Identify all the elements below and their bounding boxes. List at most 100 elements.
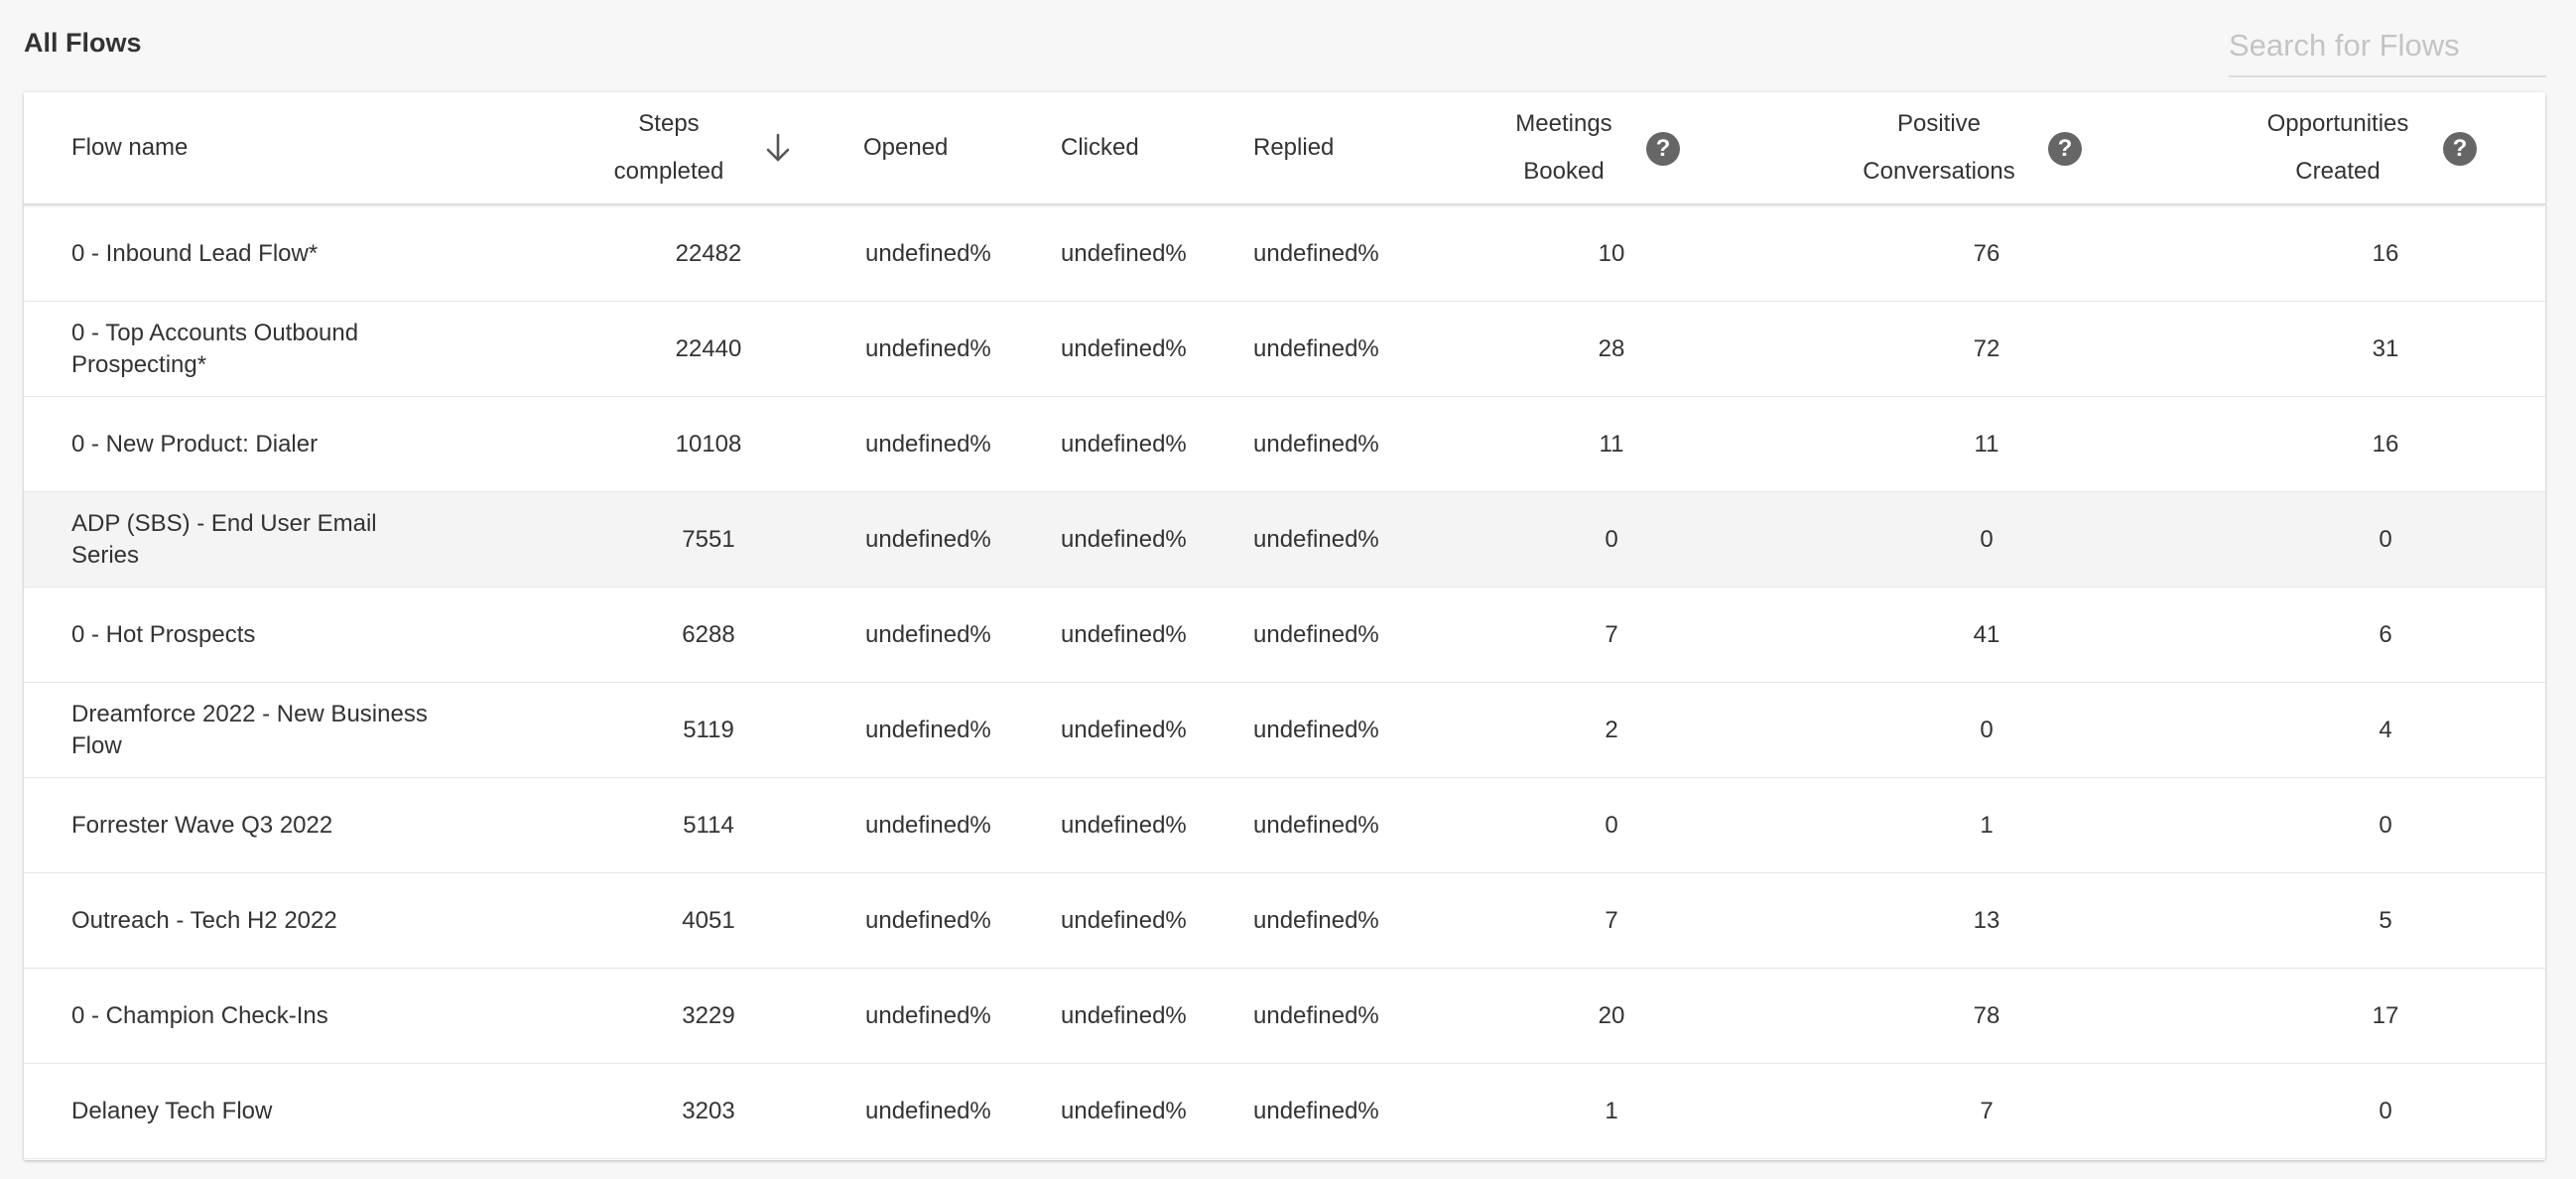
column-header-label: Created: [2295, 158, 2381, 185]
flow-name-cell[interactable]: 0 - Inbound Lead Flow*: [71, 206, 449, 302]
opportunities-created-cell: 17: [2286, 969, 2485, 1064]
steps-completed-cell: 4051: [609, 873, 808, 969]
replied-cell-value: undefined%: [1253, 431, 1379, 458]
replied-cell: undefined%: [1253, 588, 1432, 683]
column-header-label: completed: [613, 158, 724, 185]
column-header-meetings-booked[interactable]: Meetings Booked: [1475, 92, 1653, 203]
flow-name-cell[interactable]: 0 - New Product: Dialer: [71, 397, 449, 492]
table-row[interactable]: 0 - Inbound Lead Flow* 22482 undefined% und…: [24, 206, 2545, 302]
steps-completed-cell-value: 22440: [675, 335, 742, 362]
flow-name-cell[interactable]: 0 - Top Accounts Outbound Prospecting*: [71, 302, 449, 397]
meetings-booked-cell-value: 7: [1605, 621, 1618, 648]
column-header-opportunities-created[interactable]: Opportunities Created: [2219, 92, 2457, 203]
flow-name-cell[interactable]: Delaney Tech Flow: [71, 1064, 449, 1159]
flow-name: Dreamforce 2022 - New Business Flow: [71, 701, 428, 759]
positive-conversations-cell: 7: [1887, 1064, 2086, 1159]
table-row[interactable]: ADP (SBS) - End User Email Series 7551 und…: [24, 492, 2545, 588]
replied-cell: undefined%: [1253, 1064, 1432, 1159]
table-row[interactable]: 0 - Hot Prospects 6288 undefined% undefined…: [24, 588, 2545, 683]
opened-cell: undefined%: [865, 778, 1044, 873]
opened-cell-value: undefined%: [865, 240, 991, 267]
positive-conversations-cell: 78: [1887, 969, 2086, 1064]
question-circle-icon[interactable]: ?: [2443, 132, 2477, 166]
steps-completed-cell-value: 5119: [683, 717, 734, 743]
positive-conversations-cell-value: 78: [1973, 1002, 2000, 1029]
steps-completed-cell-value: 3229: [682, 1002, 735, 1029]
table-row[interactable]: Dreamforce 2022 - New Business Flow 5119 u…: [24, 683, 2545, 778]
replied-cell-value: undefined%: [1253, 526, 1379, 553]
flow-name-cell[interactable]: ADP (SBS) - End User Email Series: [71, 492, 449, 588]
positive-conversations-cell-value: 72: [1973, 335, 2000, 362]
flow-name-cell[interactable]: Forrester Wave Q3 2022: [71, 778, 449, 873]
table-row[interactable]: 0 - Top Accounts Outbound Prospecting* 224…: [24, 302, 2545, 397]
flow-name-cell[interactable]: Outreach - Tech H2 2022: [71, 873, 449, 969]
column-header-label: Opportunities: [2266, 110, 2409, 137]
opened-cell: undefined%: [865, 302, 1044, 397]
clicked-cell-value: undefined%: [1061, 526, 1187, 553]
search-field[interactable]: [2229, 18, 2546, 77]
opportunities-created-cell: 0: [2286, 492, 2485, 588]
clicked-cell: undefined%: [1061, 683, 1239, 778]
meetings-booked-cell: 1: [1512, 1064, 1711, 1159]
page-title: All Flows: [24, 28, 142, 58]
opened-cell-value: undefined%: [865, 1098, 991, 1124]
question-circle-icon[interactable]: ?: [2048, 132, 2082, 166]
flow-name-cell[interactable]: 0 - Hot Prospects: [71, 588, 449, 683]
opportunities-created-cell: 16: [2286, 206, 2485, 302]
flow-name: Prospecting*: [71, 351, 207, 378]
flow-name: Forrester Wave Q3 2022: [71, 812, 333, 839]
opened-cell-value: undefined%: [865, 717, 991, 743]
column-header-clicked[interactable]: Clicked: [1061, 92, 1220, 203]
steps-completed-cell-value: 3203: [682, 1098, 735, 1124]
flow-name: 0 - Inbound Lead Flow*: [71, 240, 319, 267]
column-header-label: Replied: [1253, 134, 1335, 161]
opportunities-created-cell-value: 0: [2379, 1098, 2392, 1124]
clicked-cell: undefined%: [1061, 778, 1239, 873]
replied-cell: undefined%: [1253, 683, 1432, 778]
flow-name-cell[interactable]: Dreamforce 2022 - New Business Flow: [71, 683, 449, 778]
flow-name: 0 - New Product: Dialer: [71, 431, 319, 458]
table-row[interactable]: 0 - Champion Check-Ins 3229 undefined% unde…: [24, 969, 2545, 1064]
positive-conversations-cell-value: 13: [1973, 907, 2000, 934]
steps-completed-cell: 6288: [609, 588, 808, 683]
opportunities-created-cell: 0: [2286, 778, 2485, 873]
meetings-booked-cell-value: 0: [1605, 812, 1618, 839]
clicked-cell-value: undefined%: [1061, 907, 1187, 934]
column-header-flow-name[interactable]: Flow name: [71, 92, 369, 203]
column-header-positive-conversations[interactable]: Positive Conversations: [1820, 92, 2058, 203]
meetings-booked-cell-value: 2: [1605, 717, 1618, 743]
opportunities-created-cell-value: 0: [2379, 812, 2392, 839]
arrow-down-icon[interactable]: [758, 128, 798, 168]
question-circle-icon[interactable]: ?: [1646, 132, 1680, 166]
table-row[interactable]: Forrester Wave Q3 2022 5114 undefined% unde…: [24, 778, 2545, 873]
clicked-cell: undefined%: [1061, 969, 1239, 1064]
column-header-opened[interactable]: Opened: [863, 92, 1022, 203]
opened-cell: undefined%: [865, 873, 1044, 969]
table-row[interactable]: 0 - New Product: Dialer 10108 undefined% un…: [24, 397, 2545, 492]
steps-completed-cell: 10108: [609, 397, 808, 492]
positive-conversations-cell: 0: [1887, 492, 2086, 588]
meetings-booked-cell: 2: [1512, 683, 1711, 778]
replied-cell-value: undefined%: [1253, 621, 1379, 648]
clicked-cell: undefined%: [1061, 302, 1239, 397]
positive-conversations-cell-value: 0: [1980, 717, 1994, 743]
column-header-steps-completed[interactable]: Steps completed: [580, 92, 758, 203]
clicked-cell-value: undefined%: [1061, 812, 1187, 839]
replied-cell: undefined%: [1253, 873, 1432, 969]
table-row[interactable]: Delaney Tech Flow 3203 undefined% undefined…: [24, 1064, 2545, 1159]
table-row[interactable]: Outreach - Tech H2 2022 4051 undefined% und…: [24, 873, 2545, 969]
replied-cell-value: undefined%: [1253, 717, 1379, 743]
flow-name: 0 - Champion Check-Ins: [71, 1002, 328, 1029]
flows-table: Flow name Steps completed Opened Clicked…: [24, 92, 2545, 1160]
steps-completed-cell-value: 4051: [682, 907, 735, 934]
opportunities-created-cell-value: 0: [2379, 526, 2392, 553]
replied-cell-value: undefined%: [1253, 907, 1379, 934]
opened-cell: undefined%: [865, 206, 1044, 302]
opened-cell-value: undefined%: [865, 526, 991, 553]
flow-name-cell[interactable]: 0 - Champion Check-Ins: [71, 969, 449, 1064]
replied-cell: undefined%: [1253, 969, 1432, 1064]
meetings-booked-cell-value: 28: [1598, 335, 1625, 362]
column-header-replied[interactable]: Replied: [1253, 92, 1412, 203]
replied-cell: undefined%: [1253, 206, 1432, 302]
search-input[interactable]: [2229, 18, 2546, 73]
